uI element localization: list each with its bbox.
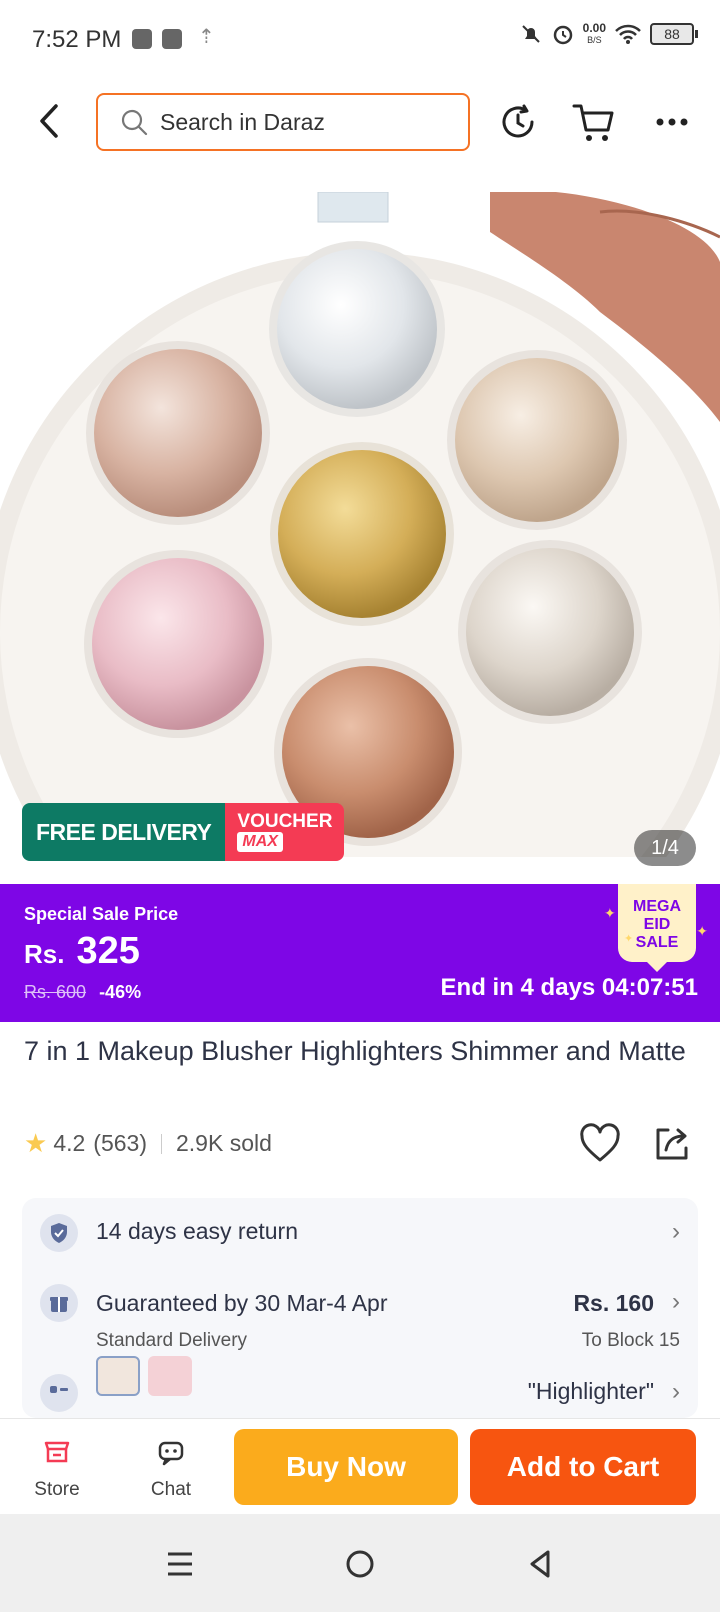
- share-icon[interactable]: [650, 1122, 694, 1166]
- variant-row[interactable]: "Highlighter" ›: [22, 1356, 698, 1418]
- home-icon[interactable]: [338, 1542, 382, 1586]
- max-label: MAX: [237, 832, 283, 852]
- variant-thumbnail[interactable]: [148, 1356, 192, 1396]
- star-icon: ★: [24, 1128, 48, 1158]
- system-nav-bar: [0, 1514, 720, 1612]
- chevron-right-icon: ›: [672, 1378, 680, 1405]
- variant-thumbnail[interactable]: [96, 1356, 140, 1396]
- product-image[interactable]: [0, 192, 720, 857]
- divider: [161, 1133, 162, 1154]
- menu-icon[interactable]: [158, 1542, 202, 1586]
- status-time: 7:52 PM: [32, 26, 122, 53]
- badge-line1: MEGA EID: [633, 898, 681, 933]
- variant-text: "Highlighter": [527, 1378, 654, 1404]
- sale-countdown: End in 4 days 04:07:51: [440, 974, 698, 1001]
- free-delivery-badge: FREE DELIVERY VOUCHER MAX: [22, 803, 345, 861]
- status-right: 0.00 B/S 88: [519, 22, 698, 46]
- network-speed: 0.00 B/S: [583, 22, 606, 46]
- add-to-cart-button[interactable]: Add to Cart: [470, 1429, 696, 1505]
- delivery-row[interactable]: Guaranteed by 30 Mar-4 Apr Standard Deli…: [22, 1268, 698, 1358]
- history-icon[interactable]: [494, 98, 542, 146]
- palette-image: [0, 192, 720, 857]
- original-price: Rs. 600: [24, 982, 87, 1002]
- store-label: Store: [34, 1479, 80, 1500]
- buy-now-button[interactable]: Buy Now: [234, 1429, 458, 1505]
- return-policy-row[interactable]: 14 days easy return ›: [22, 1198, 698, 1268]
- notification-icon: [162, 29, 182, 49]
- product-title: 7 in 1 Makeup Blusher Highlighters Shimm…: [24, 1036, 686, 1066]
- delivery-type: Standard Delivery: [96, 1330, 248, 1351]
- chevron-right-icon: ›: [672, 1288, 680, 1315]
- chevron-right-icon: ›: [672, 1218, 680, 1245]
- image-counter: 1/4: [634, 830, 696, 866]
- mute-icon: [521, 25, 540, 43]
- delivery-location: To Block 15: [581, 1330, 680, 1351]
- old-price-row: Rs. 600 -46%: [24, 982, 141, 1003]
- voucher-max-badge: VOUCHER MAX: [225, 803, 345, 861]
- rating-row[interactable]: ★ 4.2 (563) 2.9K sold: [24, 1128, 272, 1159]
- status-bar: 7:52 PM ⇡ 0.00 B/S 88: [0, 0, 720, 80]
- store-button[interactable]: Store: [12, 1419, 102, 1515]
- cart-icon[interactable]: [570, 98, 618, 146]
- notification-icon: [132, 29, 152, 49]
- back-button[interactable]: [26, 98, 72, 144]
- chat-label: Chat: [150, 1479, 192, 1500]
- wifi-icon: [615, 24, 641, 44]
- more-icon[interactable]: [648, 98, 696, 146]
- header: Search in Daraz: [0, 80, 720, 192]
- upload-icon: ⇡: [198, 26, 215, 48]
- delivery-date-text: Guaranteed by 30 Mar-4 Apr: [96, 1290, 388, 1316]
- price-row: Rs. 325: [24, 930, 140, 973]
- wishlist-heart-icon[interactable]: [578, 1122, 622, 1166]
- speed-value: 0.00: [582, 21, 606, 35]
- rating-value: 4.2: [53, 1130, 86, 1156]
- price-value: 325: [76, 930, 140, 972]
- discount-percent: -46%: [99, 982, 142, 1002]
- store-icon: [44, 1441, 70, 1463]
- variant-icon: [40, 1374, 78, 1412]
- search-placeholder: Search in Daraz: [160, 108, 325, 135]
- alarm-icon: [553, 25, 572, 45]
- special-sale-label: Special Sale Price: [24, 904, 179, 924]
- price-currency: Rs.: [24, 939, 65, 969]
- free-delivery-label: FREE DELIVERY: [22, 803, 226, 861]
- sold-count: 2.9K sold: [176, 1130, 272, 1156]
- shield-check-icon: [40, 1214, 78, 1252]
- bottom-action-bar: Store Chat Buy Now Add to Cart: [0, 1418, 720, 1514]
- price-band: Special Sale Price Rs. 325 Rs. 600 -46% …: [0, 884, 720, 1022]
- return-text: 14 days easy return: [96, 1218, 299, 1244]
- speed-unit: B/S: [587, 35, 602, 45]
- search-icon: [121, 109, 148, 136]
- chat-icon: [158, 1441, 184, 1466]
- mega-eid-sale-badge: ✦ ✦ ✦ MEGA EID SALE: [604, 884, 708, 972]
- sparkle-icon: ✦: [604, 905, 616, 921]
- chat-button[interactable]: Chat: [126, 1419, 216, 1515]
- voucher-label: VOUCHER: [237, 811, 333, 832]
- sparkle-icon: ✦: [696, 923, 708, 939]
- back-nav-icon[interactable]: [518, 1542, 562, 1586]
- battery-icon: 88: [650, 23, 698, 45]
- gift-box-icon: [40, 1284, 78, 1322]
- sparkle-icon: ✦: [624, 933, 634, 945]
- service-info-card: 14 days easy return › Guaranteed by 30 M…: [22, 1198, 698, 1418]
- search-input[interactable]: Search in Daraz: [96, 93, 470, 151]
- delivery-fee: Rs. 160: [573, 1290, 654, 1316]
- review-count: (563): [93, 1130, 147, 1156]
